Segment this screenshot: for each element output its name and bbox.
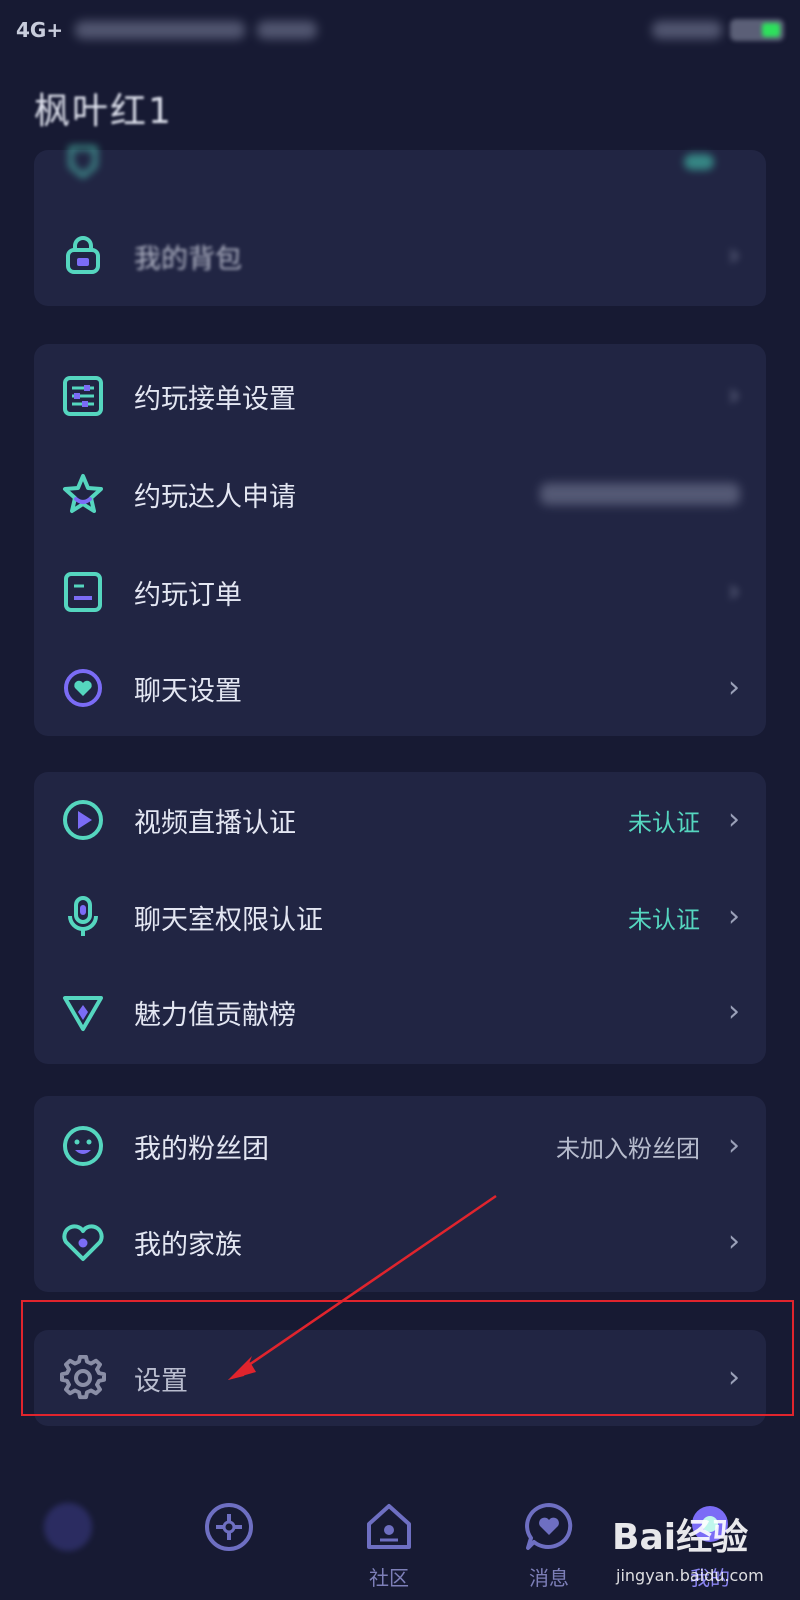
menu-label-order-settings: 约玩接单设置 — [134, 383, 296, 415]
menu-row-family[interactable]: 我的家族 › — [34, 1194, 766, 1290]
tab-label: 消息 — [529, 1566, 569, 1590]
diamond-triangle-icon — [60, 989, 106, 1035]
social-card: 我的粉丝团 未加入粉丝团 › 我的家族 › — [34, 1096, 766, 1292]
menu-row-hidden-top[interactable] — [34, 114, 766, 210]
menu-label-chat-settings: 聊天设置 — [134, 675, 242, 707]
menu-label-backpack: 我的背包 — [134, 243, 242, 275]
menu-label-fan-club: 我的粉丝团 — [134, 1133, 269, 1165]
tab-messages[interactable]: 消息 — [489, 1470, 609, 1600]
fan-club-status: 未加入粉丝团 — [556, 1134, 700, 1163]
order-icon — [60, 569, 106, 615]
chevron-right-icon: › — [728, 802, 740, 837]
chat-heart-icon — [60, 665, 106, 711]
home-circle-icon — [41, 1500, 95, 1554]
status-badge: 未认证 — [628, 808, 700, 837]
battery-icon — [730, 19, 784, 41]
status-badge: 未认证 — [628, 905, 700, 934]
toggle-blurred — [684, 154, 714, 170]
play-icon — [60, 797, 106, 843]
tab-community[interactable]: 社区 — [329, 1470, 449, 1600]
sliders-icon — [60, 373, 106, 419]
menu-row-chatroom-auth[interactable]: 聊天室权限认证 未认证 › — [34, 869, 766, 965]
assets-card: 我的背包 › — [34, 146, 766, 306]
microphone-icon — [60, 894, 106, 940]
chevron-right-icon: › — [728, 670, 740, 705]
menu-row-order-settings[interactable]: 约玩接单设置 › — [34, 348, 766, 444]
menu-label-chatroom-auth: 聊天室权限认证 — [134, 904, 323, 936]
menu-label-expert-apply: 约玩达人申请 — [134, 481, 296, 513]
menu-row-fan-club[interactable]: 我的粉丝团 未加入粉丝团 › — [34, 1098, 766, 1194]
menu-row-chat-settings[interactable]: 聊天设置 › — [34, 640, 766, 736]
menu-row-video-live-auth[interactable]: 视频直播认证 未认证 › — [34, 772, 766, 868]
network-indicator: 4G+ — [16, 18, 64, 42]
menu-row-play-orders[interactable]: 约玩订单 › — [34, 544, 766, 640]
menu-label-play-orders: 约玩订单 — [134, 579, 242, 611]
watermark-logo: Bai经验 — [612, 1517, 749, 1558]
chevron-right-icon: › — [728, 378, 740, 413]
chevron-right-icon: › — [728, 899, 740, 934]
menu-label-video-live-auth: 视频直播认证 — [134, 807, 296, 839]
chevron-right-icon: › — [728, 238, 740, 273]
status-bar: 4G+ — [0, 0, 800, 60]
verification-card: 视频直播认证 未认证 › 聊天室权限认证 未认证 › 魅力值贡献榜 › — [34, 772, 766, 1064]
tab-discover[interactable] — [169, 1470, 289, 1600]
message-heart-icon — [522, 1500, 576, 1554]
smiley-icon — [60, 1123, 106, 1169]
menu-row-charm-ranking[interactable]: 魅力值贡献榜 › — [34, 964, 766, 1060]
compass-icon — [202, 1500, 256, 1554]
chevron-right-icon: › — [728, 574, 740, 609]
star-icon — [60, 471, 106, 517]
shield-icon — [60, 139, 106, 185]
heart-icon — [60, 1219, 106, 1265]
menu-label-family: 我的家族 — [134, 1229, 242, 1261]
chevron-right-icon: › — [728, 1224, 740, 1259]
play-services-card: 约玩接单设置 › 约玩达人申请 约玩订单 › 聊天设置 › — [34, 344, 766, 736]
tab-home[interactable] — [8, 1470, 128, 1600]
menu-row-expert-apply[interactable]: 约玩达人申请 — [34, 446, 766, 542]
chevron-right-icon: › — [728, 1128, 740, 1163]
backpack-icon — [60, 233, 106, 279]
community-house-icon — [362, 1500, 416, 1554]
status-info-blurred — [257, 21, 318, 39]
carrier-info-blurred — [75, 21, 246, 39]
watermark-url: jingyan.baidu.com — [616, 1566, 764, 1585]
highlight-box — [21, 1300, 794, 1416]
status-icons-blurred — [652, 21, 722, 39]
tab-label: 社区 — [369, 1566, 409, 1590]
chevron-right-icon: › — [728, 994, 740, 1029]
menu-label-charm-ranking: 魅力值贡献榜 — [134, 999, 296, 1031]
menu-row-backpack[interactable]: 我的背包 › — [34, 208, 766, 304]
expert-status-blurred — [540, 483, 740, 505]
watermark: Bai经验 jingyan.baidu.com — [600, 1470, 800, 1600]
